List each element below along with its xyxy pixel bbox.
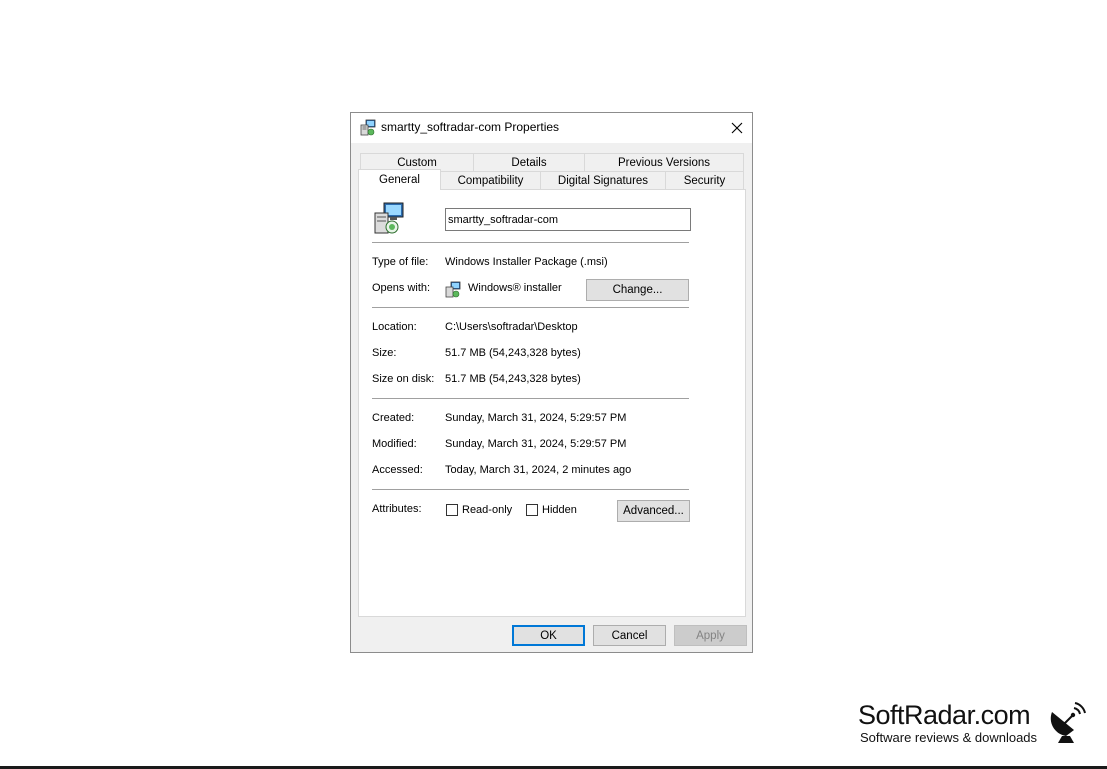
watermark-subtitle: Software reviews & downloads: [860, 730, 1038, 745]
opens-with-label: Opens with:: [372, 282, 431, 294]
modified-label: Modified:: [372, 438, 417, 450]
accessed-label: Accessed:: [372, 464, 423, 476]
dialog-title: smartty_softradar-com Properties: [381, 120, 560, 134]
title-bar[interactable]: smartty_softradar-com Properties: [351, 113, 752, 143]
separator-2: [372, 307, 689, 308]
created-value: Sunday, March 31, 2024, 5:29:57 PM: [445, 412, 627, 424]
watermark-title: SoftRadar.com: [858, 700, 1031, 730]
read-only-label: Read-only: [462, 504, 513, 516]
tab-security[interactable]: Security: [665, 171, 744, 189]
opens-with-value: Windows® installer: [468, 282, 562, 294]
separator-4: [372, 489, 689, 490]
attributes-label: Attributes:: [372, 503, 422, 515]
location-label: Location:: [372, 321, 417, 333]
hidden-checkbox[interactable]: [526, 504, 538, 516]
windows-installer-icon: [445, 281, 461, 298]
location-value: C:\Users\softradar\Desktop: [445, 321, 578, 333]
general-tab-panel: [358, 189, 746, 617]
type-of-file-value: Windows Installer Package (.msi): [445, 256, 608, 268]
apply-button[interactable]: Apply: [674, 625, 747, 646]
created-label: Created:: [372, 412, 415, 424]
close-icon: [731, 122, 743, 134]
ok-button[interactable]: OK: [512, 625, 585, 646]
tab-compatibility[interactable]: Compatibility: [440, 171, 541, 189]
properties-dialog: smartty_softradar-com Properties Custom …: [350, 112, 753, 653]
size-label: Size:: [372, 347, 397, 359]
file-name-input[interactable]: [445, 208, 691, 231]
advanced-button[interactable]: Advanced...: [617, 500, 690, 522]
cancel-button[interactable]: Cancel: [593, 625, 666, 646]
read-only-checkbox[interactable]: [446, 504, 458, 516]
close-button[interactable]: [722, 113, 752, 143]
tab-details[interactable]: Details: [473, 153, 585, 171]
change-button[interactable]: Change...: [586, 279, 689, 301]
msi-package-icon: [374, 202, 404, 234]
size-on-disk-label: Size on disk:: [372, 373, 435, 385]
satellite-dish-icon: [1050, 702, 1086, 743]
size-on-disk-value: 51.7 MB (54,243,328 bytes): [445, 373, 581, 385]
type-of-file-label: Type of file:: [372, 256, 429, 268]
tab-digital-signatures[interactable]: Digital Signatures: [540, 171, 666, 189]
tab-previous-versions[interactable]: Previous Versions: [584, 153, 744, 171]
accessed-value: Today, March 31, 2024, 2 minutes ago: [445, 464, 632, 476]
msi-installer-icon: [360, 119, 376, 136]
separator-1: [372, 242, 689, 243]
separator-3: [372, 398, 689, 399]
modified-value: Sunday, March 31, 2024, 5:29:57 PM: [445, 438, 627, 450]
size-value: 51.7 MB (54,243,328 bytes): [445, 347, 581, 359]
hidden-label: Hidden: [542, 504, 577, 516]
tab-general[interactable]: General: [358, 169, 441, 190]
